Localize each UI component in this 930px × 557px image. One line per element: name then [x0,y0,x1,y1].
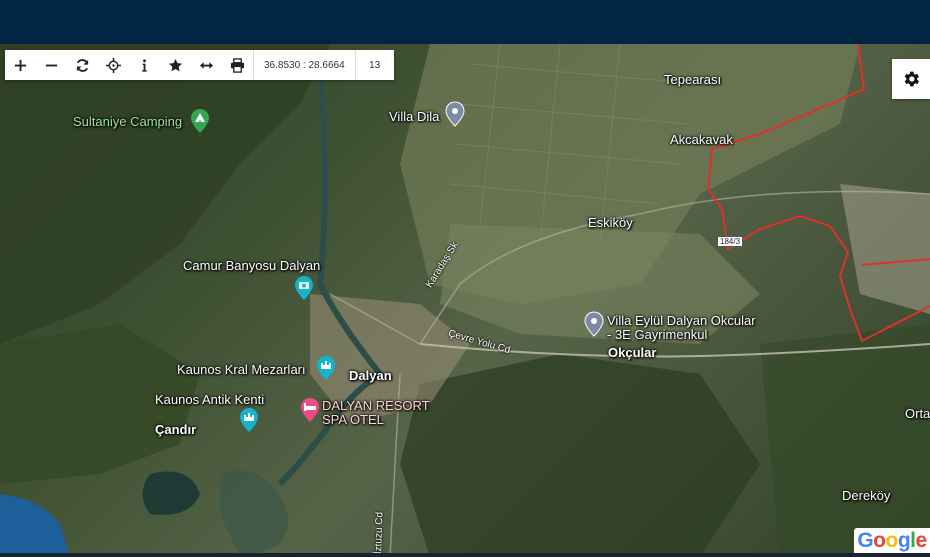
top-header-bar [0,0,930,44]
locate-button[interactable] [98,50,129,80]
place-label-candir[interactable]: Çandır [155,423,196,436]
star-icon [168,58,183,71]
villa-dila-pin-icon[interactable] [445,101,465,127]
place-label-okcular[interactable]: Okçular [608,346,656,359]
place-label-eskikoy[interactable]: Eskiköy [588,216,633,229]
gear-icon [904,71,919,87]
print-icon [230,57,245,73]
place-label-dalyan[interactable]: Dalyan [349,369,392,382]
camera-pin-icon[interactable] [294,275,314,301]
place-label-akcakavak[interactable]: Akcakavak [670,133,733,146]
landmark-pin-icon-2[interactable] [239,407,259,433]
coordinate-readout: 36.8530 : 28.6664 [253,50,355,80]
villa-eylul-pin-icon[interactable] [584,311,604,337]
info-button[interactable] [129,50,160,80]
place-label-villa-eylul-line2[interactable]: - 3E Gayrimenkul [607,328,707,341]
favorite-button[interactable] [160,50,191,80]
measure-button[interactable] [191,50,222,80]
zoom-level-readout: 13 [354,50,394,80]
map-toolbar: 36.8530 : 28.6664 13 [5,50,394,80]
place-label-villa-eylul[interactable]: Villa Eylül Dalyan Okcular [607,314,756,327]
bottom-edge-bar [0,553,930,557]
place-label-camur-banyosu[interactable]: Camur Banyosu Dalyan [183,259,320,272]
place-label-dalyan-resort[interactable]: DALYAN RESORT [322,399,430,412]
hotel-pin-icon[interactable] [300,397,320,423]
road-label-iztuzu: İztuzu Cd [373,511,386,555]
place-label-kaunos-antik[interactable]: Kaunos Antik Kenti [155,393,264,406]
print-button[interactable] [222,50,253,80]
place-label-sultaniye-camping[interactable]: Sultaniye Camping [73,115,182,128]
place-label-derekoy[interactable]: Dereköy [842,489,890,502]
refresh-icon [76,58,89,72]
zoom-in-button[interactable] [5,50,36,80]
place-label-villa-dila[interactable]: Villa Dila [389,110,439,123]
minus-icon [45,64,58,66]
satellite-map[interactable]: Tepearası Akcakavak Villa Dila Sultaniye… [0,44,930,557]
google-logo: Google [854,528,930,554]
place-label-kaunos-kral[interactable]: Kaunos Kral Mezarları [177,363,306,376]
place-label-ortaca[interactable]: Orta [905,407,930,420]
refresh-button[interactable] [67,50,98,80]
plus-icon [14,59,27,71]
settings-button[interactable] [892,59,930,99]
info-icon [142,58,147,72]
place-label-tepearasi[interactable]: Tepearası [664,73,721,86]
landmark-pin-icon[interactable] [316,355,336,381]
camping-pin-icon[interactable] [190,108,210,134]
highway-shield: 184/3 [717,236,744,247]
place-label-dalyan-resort-line2[interactable]: SPA OTEL [322,413,384,426]
zoom-out-button[interactable] [36,50,67,80]
crosshair-icon [106,57,121,73]
measure-arrows-icon [199,61,214,69]
